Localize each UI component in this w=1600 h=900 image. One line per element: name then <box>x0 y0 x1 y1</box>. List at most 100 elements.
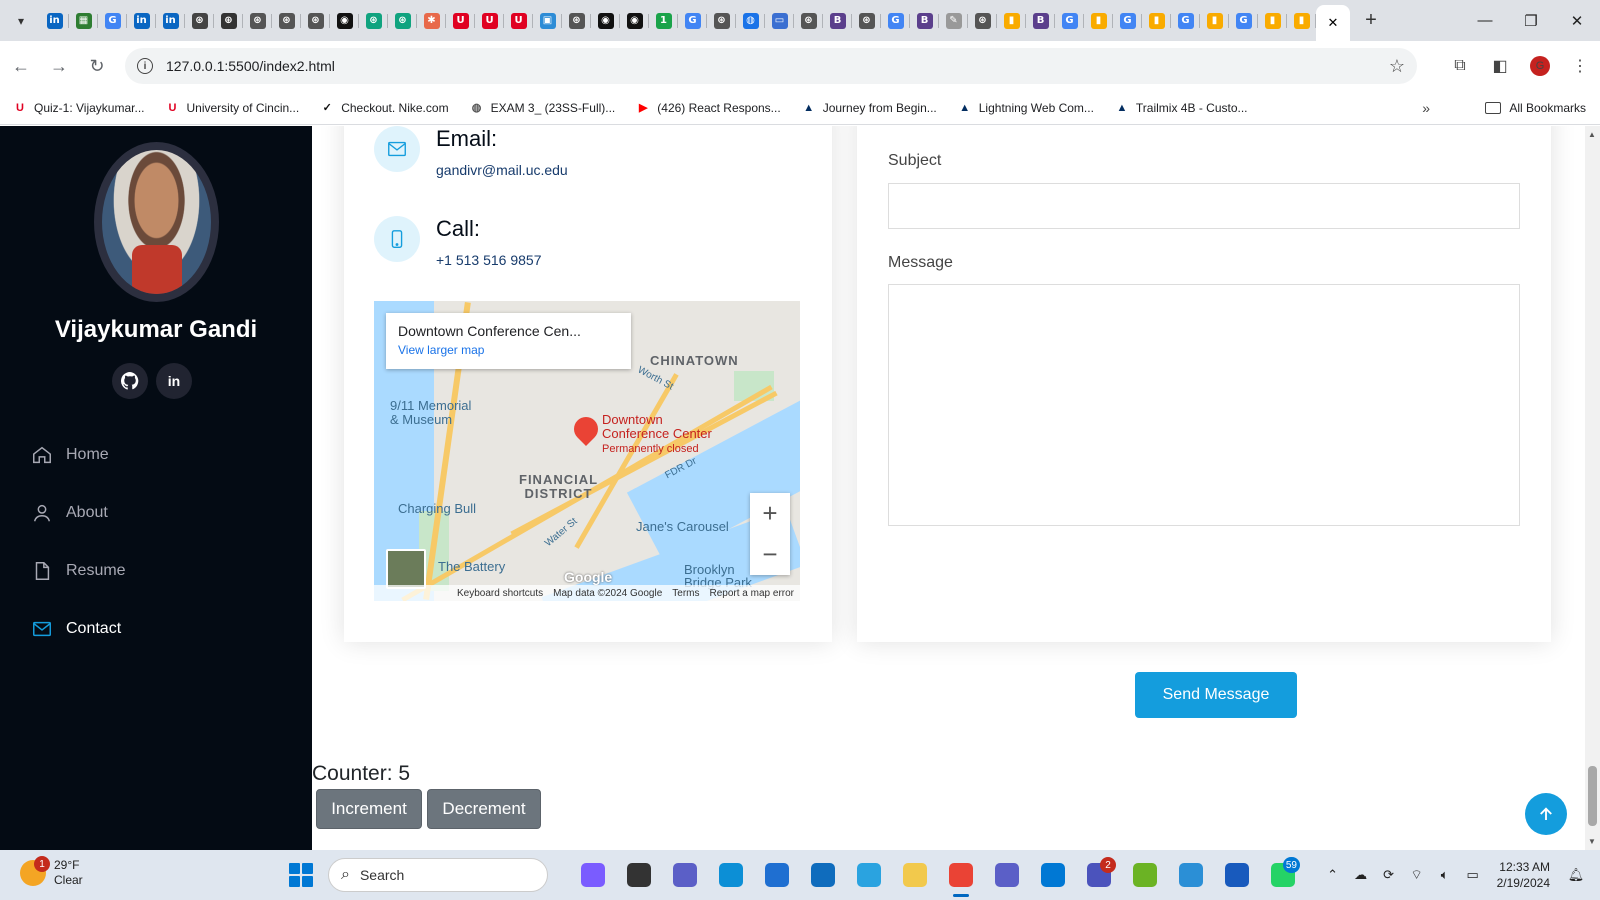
browser-tab[interactable]: ⊛ <box>852 5 881 37</box>
browser-tab[interactable]: ▮ <box>1287 5 1316 37</box>
bookmark-item[interactable]: U Quiz-1: Vijaykumar... <box>12 100 144 116</box>
map-pin-icon[interactable] <box>569 412 603 446</box>
subject-input[interactable] <box>888 183 1520 229</box>
sync-icon[interactable]: ⟳ <box>1377 867 1401 883</box>
scroll-up-icon[interactable]: ▲ <box>1588 130 1596 139</box>
forward-button[interactable]: → <box>42 49 76 83</box>
google-map[interactable]: Downtown Conference Cen... View larger m… <box>374 301 800 601</box>
sidebar-item-home[interactable]: Home <box>30 426 126 484</box>
report-error-link[interactable]: Report a map error <box>710 588 794 599</box>
browser-tab[interactable]: G <box>678 5 707 37</box>
bookmark-item[interactable]: ▲ Trailmix 4B - Custo... <box>1114 100 1247 116</box>
sidebar-item-contact[interactable]: Contact <box>30 600 126 658</box>
side-panel-icon[interactable]: ◧ <box>1480 56 1520 76</box>
whatsapp-taskbar-button[interactable]: 59 <box>1260 857 1306 891</box>
task-view-taskbar-button[interactable] <box>616 859 662 891</box>
bookmark-star-icon[interactable]: ☆ <box>1389 56 1405 77</box>
active-tab[interactable]: ✕ <box>1316 5 1350 41</box>
site-info-icon[interactable]: i <box>137 58 153 74</box>
browser-tab[interactable]: B <box>910 5 939 37</box>
browser-tab[interactable]: ◉ <box>620 5 649 37</box>
browser-tab[interactable]: G <box>1113 5 1142 37</box>
meet-taskbar-button[interactable] <box>662 859 708 891</box>
minimize-button[interactable]: — <box>1462 0 1508 41</box>
reload-button[interactable]: ↻ <box>80 49 114 83</box>
send-message-button[interactable]: Send Message <box>1135 672 1297 718</box>
all-bookmarks-button[interactable]: All Bookmarks <box>1485 101 1586 115</box>
notepad-taskbar-button[interactable] <box>1168 859 1214 891</box>
more-bookmarks-icon[interactable]: » <box>1422 100 1430 116</box>
snipping-taskbar-button[interactable] <box>846 859 892 891</box>
browser-tab[interactable]: ▮ <box>1200 5 1229 37</box>
profile-avatar[interactable]: G <box>1530 56 1550 76</box>
battery-icon[interactable]: ▭ <box>1461 867 1485 883</box>
browser-tab[interactable]: ▮ <box>997 5 1026 37</box>
satellite-toggle[interactable] <box>386 549 426 589</box>
browser-tab[interactable]: ⊛ <box>301 5 330 37</box>
bookmark-item[interactable]: ▲ Journey from Begin... <box>801 100 937 116</box>
taskbar-search[interactable]: ⌕ Search <box>328 858 548 892</box>
browser-tab[interactable]: ◍ <box>736 5 765 37</box>
browser-tab[interactable]: U <box>504 5 533 37</box>
bookmark-item[interactable]: U University of Cincin... <box>164 100 300 116</box>
chrome-taskbar-button[interactable] <box>938 859 984 897</box>
extensions-icon[interactable]: ⧉ <box>1440 57 1480 75</box>
scroll-down-icon[interactable]: ▼ <box>1588 837 1596 846</box>
browser-tab[interactable]: in <box>156 5 185 37</box>
address-bar[interactable]: i 127.0.0.1:5500/index2.html ☆ <box>125 48 1417 84</box>
browser-tab[interactable]: ⊕ <box>214 5 243 37</box>
browser-tab[interactable]: in <box>40 5 69 37</box>
decrement-button[interactable]: Decrement <box>427 789 541 829</box>
browser-tab[interactable]: G <box>1229 5 1258 37</box>
vscode-taskbar-button[interactable] <box>1030 859 1076 891</box>
teams-taskbar-button[interactable] <box>984 859 1030 891</box>
message-textarea[interactable] <box>888 284 1520 526</box>
page-scrollbar[interactable]: ▲ ▼ <box>1585 126 1600 850</box>
windows-start-icon[interactable] <box>289 863 313 887</box>
store-taskbar-button[interactable] <box>754 859 800 891</box>
zoom-out-button[interactable]: − <box>750 534 790 575</box>
browser-tab[interactable]: ▮ <box>1258 5 1287 37</box>
browser-tab[interactable]: ◉ <box>330 5 359 37</box>
copilot-taskbar-button[interactable] <box>570 859 616 891</box>
teams-taskbar-button[interactable]: 2 <box>1076 857 1122 891</box>
browser-tab[interactable]: ⊛ <box>388 5 417 37</box>
chevron-up-icon[interactable]: ⌃ <box>1321 867 1345 883</box>
notification-bell-icon[interactable]: 🔔︎ <box>1564 867 1588 883</box>
volume-icon[interactable]: 🔈︎ <box>1433 867 1457 883</box>
new-tab-button[interactable]: + <box>1356 6 1386 36</box>
browser-tab[interactable]: ⊛ <box>794 5 823 37</box>
browser-tab[interactable]: U <box>446 5 475 37</box>
browser-tab[interactable]: ⊛ <box>707 5 736 37</box>
browser-tab[interactable]: B <box>1026 5 1055 37</box>
browser-tab[interactable]: ▣ <box>533 5 562 37</box>
restore-button[interactable]: ❐ <box>1508 0 1554 41</box>
browser-tab[interactable]: ◉ <box>591 5 620 37</box>
sidebar-item-about[interactable]: About <box>30 484 126 542</box>
scroll-thumb[interactable] <box>1588 766 1597 826</box>
wifi-icon[interactable]: ⌔ <box>1405 867 1429 883</box>
weather-widget[interactable]: 1 29°F Clear <box>20 856 83 888</box>
browser-tab[interactable]: G <box>1055 5 1084 37</box>
excel-taskbar-button[interactable] <box>1122 859 1168 891</box>
back-button[interactable]: ← <box>4 49 38 83</box>
explorer-taskbar-button[interactable] <box>892 859 938 891</box>
browser-tab[interactable]: in <box>127 5 156 37</box>
browser-tab[interactable]: G <box>881 5 910 37</box>
browser-tab[interactable]: ✎ <box>939 5 968 37</box>
view-larger-map-link[interactable]: View larger map <box>398 343 619 357</box>
back-to-top-button[interactable] <box>1525 793 1567 835</box>
tab-search-icon[interactable]: ▾ <box>8 8 34 34</box>
zoom-in-button[interactable]: + <box>750 493 790 534</box>
browser-tab[interactable]: G <box>1171 5 1200 37</box>
menu-icon[interactable]: ⋮ <box>1560 56 1600 76</box>
close-window-button[interactable]: ✕ <box>1554 0 1600 41</box>
github-icon[interactable] <box>112 363 148 399</box>
outlook-taskbar-button[interactable] <box>800 859 846 891</box>
browser-tab[interactable]: U <box>475 5 504 37</box>
browser-tab[interactable]: ⊛ <box>243 5 272 37</box>
bookmark-item[interactable]: ✓ Checkout. Nike.com <box>319 100 449 116</box>
terms-link[interactable]: Terms <box>672 588 699 599</box>
linkedin-icon[interactable]: in <box>156 363 192 399</box>
word-taskbar-button[interactable] <box>1214 859 1260 891</box>
